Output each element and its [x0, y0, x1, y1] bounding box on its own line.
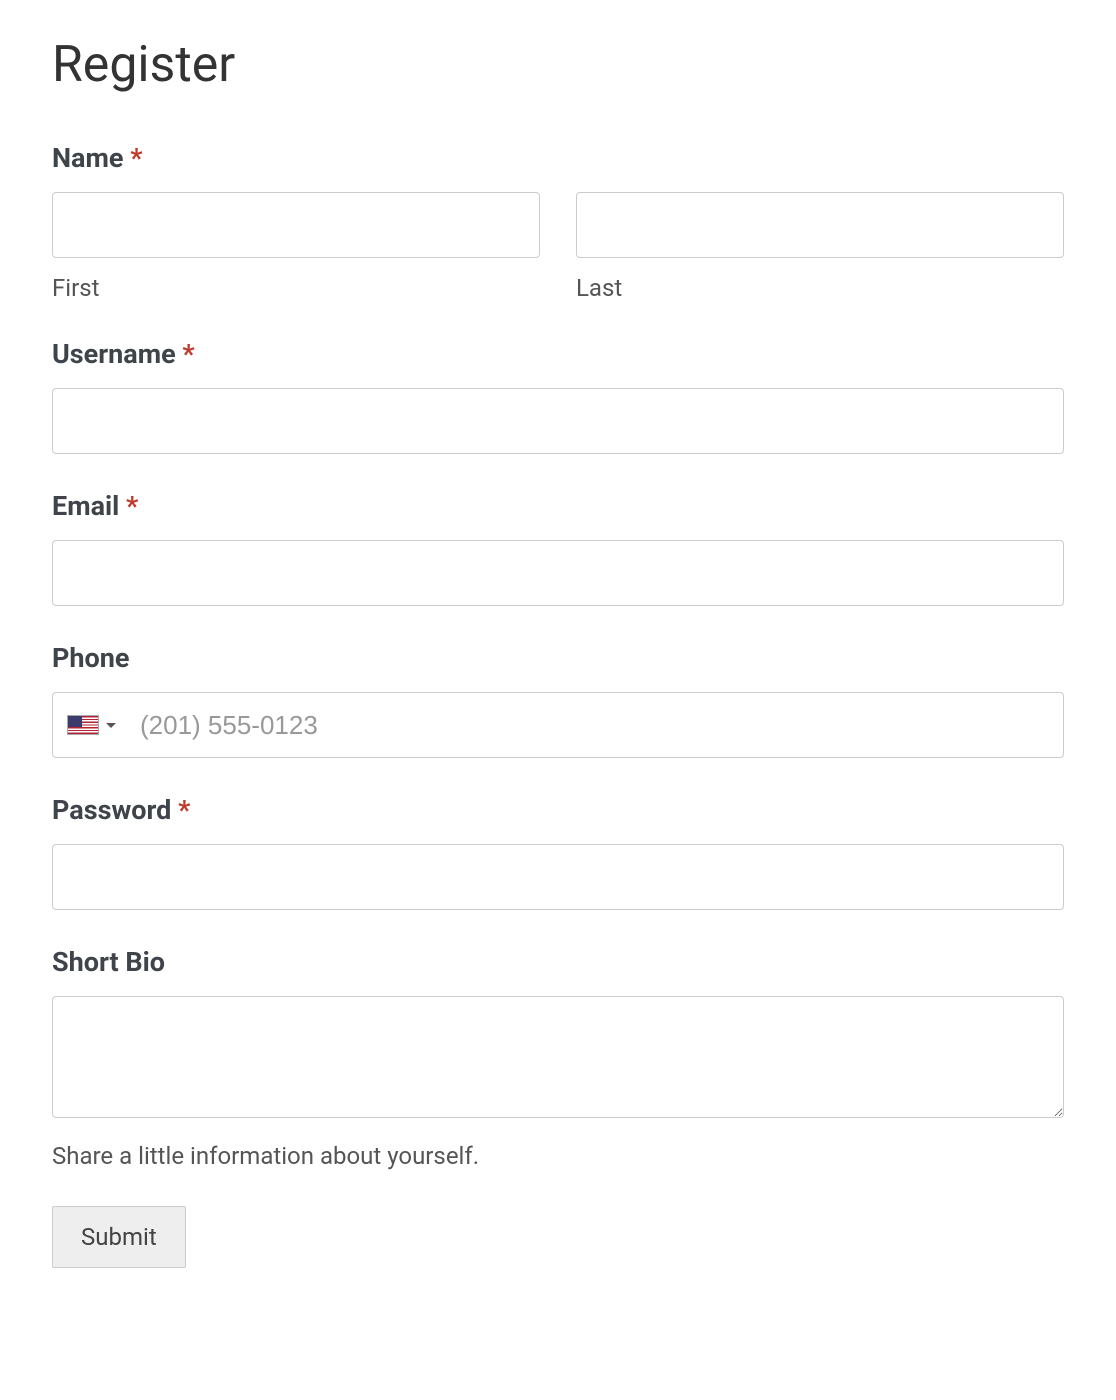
us-flag-icon: [67, 715, 99, 735]
name-field-group: Name * First Last: [52, 142, 1064, 302]
bio-field-group: Short Bio Share a little information abo…: [52, 946, 1064, 1170]
first-name-sublabel: First: [52, 274, 540, 302]
email-field-group: Email *: [52, 490, 1064, 606]
name-row: First Last: [52, 192, 1064, 302]
submit-button[interactable]: Submit: [52, 1206, 186, 1268]
last-name-col: Last: [576, 192, 1064, 302]
last-name-sublabel: Last: [576, 274, 1064, 302]
name-label-text: Name: [52, 142, 123, 174]
phone-input[interactable]: [124, 693, 1063, 757]
bio-textarea[interactable]: [52, 996, 1064, 1118]
first-name-input[interactable]: [52, 192, 540, 258]
email-label: Email *: [52, 490, 1064, 522]
username-input[interactable]: [52, 388, 1064, 454]
email-label-text: Email: [52, 490, 119, 522]
phone-label: Phone: [52, 642, 1064, 674]
password-input[interactable]: [52, 844, 1064, 910]
phone-label-text: Phone: [52, 642, 129, 674]
password-field-group: Password *: [52, 794, 1064, 910]
phone-field-group: Phone: [52, 642, 1064, 758]
bio-label-text: Short Bio: [52, 946, 165, 978]
username-field-group: Username *: [52, 338, 1064, 454]
last-name-input[interactable]: [576, 192, 1064, 258]
required-marker: *: [178, 794, 190, 826]
required-marker: *: [130, 142, 142, 174]
submit-wrap: Submit: [52, 1206, 1064, 1268]
username-label: Username *: [52, 338, 1064, 370]
phone-input-wrapper: [52, 692, 1064, 758]
password-label: Password *: [52, 794, 1064, 826]
required-marker: *: [182, 338, 194, 370]
page-title: Register: [52, 36, 1064, 94]
name-label: Name *: [52, 142, 1064, 174]
first-name-col: First: [52, 192, 540, 302]
email-input[interactable]: [52, 540, 1064, 606]
username-label-text: Username: [52, 338, 176, 370]
chevron-down-icon: [106, 723, 116, 728]
password-label-text: Password: [52, 794, 171, 826]
bio-label: Short Bio: [52, 946, 1064, 978]
required-marker: *: [126, 490, 138, 522]
register-form: Name * First Last Username * Email *: [52, 142, 1064, 1268]
country-selector[interactable]: [53, 715, 124, 735]
bio-help-text: Share a little information about yoursel…: [52, 1142, 1064, 1170]
